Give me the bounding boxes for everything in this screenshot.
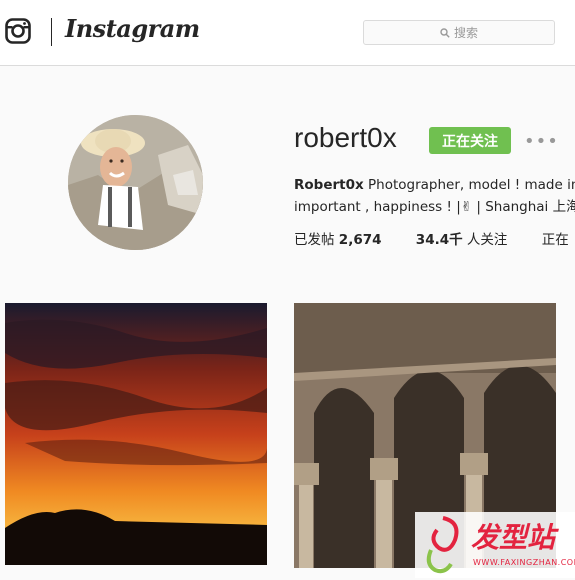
posts-label: 已发帖 [294, 232, 335, 248]
followers-label: 人关注 [466, 232, 508, 248]
profile-avatar[interactable] [68, 115, 203, 250]
avatar-photo [68, 115, 203, 250]
instagram-camera-icon[interactable] [5, 18, 31, 44]
followers-value: 34.4千 [415, 232, 463, 248]
sunset-photo [5, 303, 267, 565]
followers-count[interactable]: 34.4千 人关注 [416, 232, 508, 248]
top-nav-bar: Instagram 搜索 [0, 0, 575, 66]
profile-bio: Robert0x Photographer, model ! made in H… [294, 174, 575, 218]
following-button[interactable]: 正在关注 [429, 127, 511, 154]
following-count[interactable]: 正在 [542, 232, 569, 248]
profile-username: robert0x [294, 122, 397, 153]
bio-line-1: Robert0x Photographer, model ! made in H [294, 174, 575, 196]
posts-value: 2,674 [338, 232, 382, 248]
watermark-url: WWW.FAXINGZHAN.COM [473, 558, 575, 567]
display-name: Robert0x [294, 177, 364, 193]
search-input[interactable]: 搜索 [363, 20, 555, 45]
header-divider [51, 18, 52, 46]
profile-stats: 已发帖 2,674 34.4千 人关注 正在 [294, 228, 575, 248]
bio-line-2: important , happiness ! |✌ | Shanghai 上海… [294, 199, 575, 215]
watermark-logo-icon [426, 516, 459, 574]
bio-text-1: Photographer, model ! made in H [368, 177, 575, 193]
posts-count: 已发帖 2,674 [294, 232, 382, 248]
site-watermark: 发型站 WWW.FAXINGZHAN.COM [415, 512, 575, 578]
instagram-wordmark[interactable]: Instagram [65, 14, 200, 43]
search-icon [440, 27, 450, 38]
following-label: 正在 [541, 232, 569, 248]
post-thumbnail-sunset[interactable] [5, 303, 267, 565]
watermark-text: 发型站 [471, 521, 556, 554]
more-options-icon[interactable]: ••• [524, 131, 559, 152]
search-placeholder: 搜索 [453, 26, 478, 40]
